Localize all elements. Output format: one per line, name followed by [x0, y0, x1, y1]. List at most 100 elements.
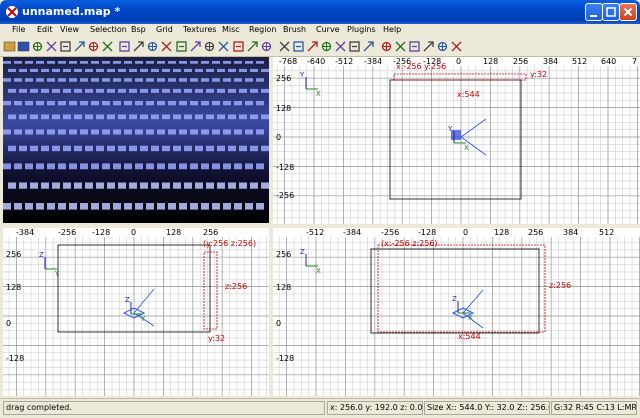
flip-z-icon[interactable]: [59, 40, 72, 53]
csg-merge-icon[interactable]: [189, 40, 202, 53]
menu-curve[interactable]: Curve: [316, 25, 340, 34]
yz-view[interactable]: X Z X Z -512 -384 -256 -128 0 128 256 384 5…: [273, 228, 640, 396]
flip-y-icon[interactable]: [45, 40, 58, 53]
close-button[interactable]: [619, 3, 637, 21]
svg-text:Y: Y: [140, 315, 146, 323]
svg-text:Y: Y: [447, 125, 453, 133]
status-grid: G:32 R:45 C:13 L:MR: [551, 401, 637, 415]
rotate-y-icon[interactable]: [87, 40, 100, 53]
menu-bsp[interactable]: Bsp: [131, 25, 146, 34]
xy-vtick-1: 128: [276, 104, 292, 113]
svg-text:Y: Y: [54, 270, 60, 278]
menu-textures[interactable]: Textures: [183, 25, 216, 34]
clipper-icon[interactable]: [217, 40, 230, 53]
select-complete-icon[interactable]: [118, 40, 131, 53]
svg-text:X: X: [316, 90, 321, 98]
window-title: unnamed.map *: [22, 5, 121, 18]
xz-grid: Y Z Y Z: [3, 228, 270, 396]
menu-plugins[interactable]: Plugins: [347, 25, 376, 34]
xy-grid: X Y X Y: [273, 57, 640, 225]
yz-tick-6: 256: [528, 228, 544, 237]
xz-vtick-0: 256: [6, 250, 22, 259]
xy-view[interactable]: X Y X Y -768 -640 -512 -384 -256 -128 0 128…: [273, 57, 640, 225]
menu-view[interactable]: View: [60, 25, 79, 34]
xy-size-label-x: x:544: [457, 90, 480, 99]
xy-size-label-y: y:32: [530, 70, 548, 79]
menu-brush[interactable]: Brush: [283, 25, 306, 34]
flip-x-icon[interactable]: [31, 40, 44, 53]
menu-selection[interactable]: Selection: [90, 25, 127, 34]
xz-size-label-y: y:32: [208, 334, 226, 343]
scale-lock-icon[interactable]: [260, 40, 273, 53]
open-icon[interactable]: [3, 40, 16, 53]
z-axis-icon[interactable]: [334, 40, 347, 53]
yz-tick-7: 384: [563, 228, 579, 237]
menu-region[interactable]: Region: [249, 25, 276, 34]
title-bar[interactable]: unnamed.map *: [0, 0, 640, 24]
minimize-button[interactable]: [585, 3, 603, 21]
yz-vtick-2: 0: [276, 319, 282, 328]
xy-tick-1: -640: [307, 57, 326, 66]
camera-icon[interactable]: [278, 40, 291, 53]
xz-vtick-3: -128: [6, 354, 25, 363]
entity-icon[interactable]: [348, 40, 361, 53]
yz-size-label-z: z:256: [549, 281, 572, 290]
bend-icon[interactable]: [394, 40, 407, 53]
rotate-x-icon[interactable]: [73, 40, 86, 53]
xz-view[interactable]: YZYZ -384 -256 -128 0 128 256 256 128 0 …: [3, 228, 270, 396]
menu-help[interactable]: Help: [383, 25, 401, 34]
menu-misc[interactable]: Misc: [222, 25, 240, 34]
rotate-icon[interactable]: [436, 40, 449, 53]
xz-tick-0: -384: [16, 228, 35, 237]
menu-grid[interactable]: Grid: [156, 25, 173, 34]
horizontal-splitter[interactable]: [0, 224, 640, 228]
save-icon[interactable]: [17, 40, 30, 53]
xy-vtick-3: -128: [276, 163, 295, 172]
patch-icon[interactable]: [362, 40, 375, 53]
status-message: drag completed.: [3, 401, 325, 415]
app-icon: [6, 6, 18, 18]
yz-tick-3: -128: [418, 228, 437, 237]
cap-icon[interactable]: [380, 40, 393, 53]
camera-view[interactable]: [3, 57, 269, 223]
texture-lock-icon[interactable]: [246, 40, 259, 53]
yz-size-label-top: (x:-256 z:256): [381, 239, 438, 248]
vertex-icon[interactable]: [292, 40, 305, 53]
toolbar: [0, 37, 640, 57]
change-view-icon[interactable]: [232, 40, 245, 53]
select-touching-icon[interactable]: [132, 40, 145, 53]
csg-subtract-icon[interactable]: [175, 40, 188, 53]
xz-tick-4: 128: [166, 228, 182, 237]
menu-edit[interactable]: Edit: [37, 25, 53, 34]
status-bar: drag completed. x: 256.0 y: 192.0 z: 0.0…: [0, 398, 640, 418]
hollow-icon[interactable]: [203, 40, 216, 53]
xy-tick-0: -768: [279, 57, 298, 66]
svg-text:Z: Z: [300, 248, 305, 256]
maximize-button[interactable]: [602, 3, 620, 21]
yz-tick-4: 0: [463, 228, 469, 237]
svg-text:Z: Z: [125, 296, 130, 304]
rotate-z-icon[interactable]: [101, 40, 114, 53]
yz-vtick-3: -128: [276, 354, 295, 363]
xz-size-label-top: (y:256 z:256): [203, 239, 257, 248]
camera-texture: [3, 61, 269, 210]
xy-tick-2: -512: [335, 57, 354, 66]
select-partial-icon[interactable]: [146, 40, 159, 53]
drag-icon[interactable]: [408, 40, 421, 53]
scale-icon[interactable]: [422, 40, 435, 53]
preferences-icon[interactable]: [450, 40, 463, 53]
xy-tick-3: -384: [364, 57, 383, 66]
xy-vtick-0: 256: [276, 74, 292, 83]
x-axis-icon[interactable]: [306, 40, 319, 53]
maximize-icon: [606, 7, 616, 17]
svg-text:X: X: [468, 314, 473, 322]
status-coords: x: 256.0 y: 192.0 z: 0.0: [327, 401, 423, 415]
xy-tick-12: 7: [632, 57, 638, 66]
yz-tick-1: -384: [343, 228, 362, 237]
xy-tick-11: 640: [601, 57, 617, 66]
select-inside-icon[interactable]: [160, 40, 173, 53]
yz-tick-2: -256: [381, 228, 400, 237]
y-axis-icon[interactable]: [320, 40, 333, 53]
yz-tick-8: 512: [599, 228, 615, 237]
menu-file[interactable]: File: [12, 25, 25, 34]
